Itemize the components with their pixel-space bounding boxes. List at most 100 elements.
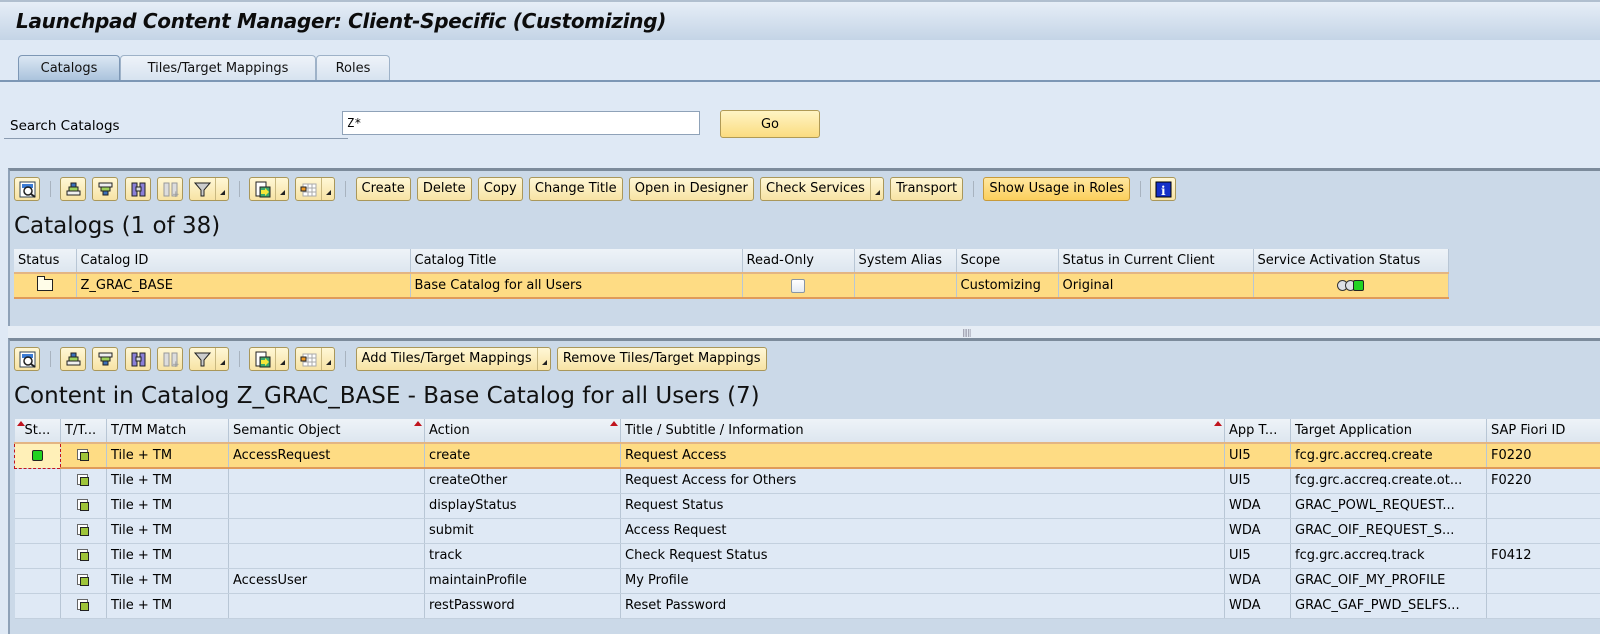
find-button[interactable] — [124, 347, 151, 371]
action-cell[interactable]: displayStatus — [424, 493, 621, 519]
column-header-target-application[interactable]: Target Application — [1290, 419, 1487, 444]
semantic-object-cell[interactable] — [228, 593, 425, 619]
export-button[interactable] — [249, 177, 290, 201]
column-header-sap-fiori-id[interactable]: SAP Fiori ID — [1486, 419, 1600, 444]
column-header-action[interactable]: Action — [424, 419, 621, 444]
status-green-icon — [32, 450, 43, 462]
create-button[interactable]: Create — [355, 177, 411, 201]
content-row[interactable]: Tile + TM restPassword Reset Password WD… — [14, 593, 1600, 619]
transport-button[interactable]: Transport — [890, 177, 964, 201]
column-header-scope[interactable]: Scope — [956, 249, 1059, 274]
sort-descending-button[interactable] — [92, 177, 119, 201]
semantic-object-cell[interactable]: AccessRequest — [228, 443, 425, 469]
column-header-status[interactable]: Status — [14, 249, 77, 274]
column-header-service-activation-status[interactable]: Service Activation Status — [1253, 249, 1449, 274]
read-only-checkbox[interactable] — [791, 278, 805, 293]
column-header-tm-match[interactable]: T/TM Match — [106, 419, 229, 444]
column-header-semantic-object[interactable]: Semantic Object — [228, 419, 425, 444]
content-row[interactable]: Tile + TM AccessUser maintainProfile My … — [14, 568, 1600, 594]
semantic-object-cell[interactable] — [228, 518, 425, 544]
tab-divider — [0, 80, 1600, 82]
column-header-catalog-title[interactable]: Catalog Title — [410, 249, 743, 274]
title-cell[interactable]: Request Access — [620, 443, 1225, 469]
target-application-cell[interactable]: fcg.grc.accreq.create — [1290, 443, 1487, 469]
action-cell[interactable]: maintainProfile — [424, 568, 621, 594]
title-cell[interactable]: Check Request Status — [620, 543, 1225, 569]
sort-ascending-button[interactable] — [60, 347, 87, 371]
semantic-object-cell[interactable] — [228, 543, 425, 569]
content-row[interactable]: Tile + TM AccessRequest create Request A… — [14, 442, 1600, 469]
export-dropdown-arrow[interactable] — [275, 178, 288, 200]
column-header-catalog-id[interactable]: Catalog ID — [76, 249, 411, 274]
layout-button[interactable] — [295, 177, 336, 201]
action-cell[interactable]: submit — [424, 518, 621, 544]
column-header-system-alias[interactable]: System Alias — [854, 249, 957, 274]
action-cell[interactable]: createOther — [424, 468, 621, 494]
title-cell[interactable]: Request Status — [620, 493, 1225, 519]
action-cell[interactable]: create — [424, 443, 621, 469]
column-header-read-only[interactable]: Read-Only — [742, 249, 855, 274]
title-cell[interactable]: Request Access for Others — [620, 468, 1225, 494]
splitter-grip-icon[interactable]: ||||| — [962, 328, 972, 337]
search-catalogs-input[interactable] — [342, 111, 700, 135]
sort-ascending-button[interactable] — [60, 177, 87, 201]
add-tiles-dropdown-arrow[interactable] — [536, 348, 550, 370]
tab-roles[interactable]: Roles — [316, 55, 390, 81]
filter-button[interactable] — [188, 177, 229, 201]
target-application-cell[interactable]: GRAC_POWL_REQUEST... — [1290, 493, 1487, 519]
target-application-cell[interactable]: fcg.grc.accreq.track — [1290, 543, 1487, 569]
check-services-dropdown-arrow[interactable] — [869, 178, 883, 200]
content-row[interactable]: Tile + TM createOther Request Access for… — [14, 468, 1600, 494]
layout-button[interactable] — [295, 347, 336, 371]
sort-descending-button[interactable] — [92, 347, 119, 371]
export-dropdown-arrow[interactable] — [275, 348, 288, 370]
target-application-cell[interactable]: fcg.grc.accreq.create.ot... — [1290, 468, 1487, 494]
semantic-object-cell[interactable] — [228, 468, 425, 494]
content-row[interactable]: Tile + TM track Check Request Status UI5… — [14, 543, 1600, 569]
column-header-status[interactable]: St... — [14, 419, 61, 444]
title-cell[interactable]: My Profile — [620, 568, 1225, 594]
find-button[interactable] — [124, 177, 151, 201]
semantic-object-cell[interactable] — [228, 493, 425, 519]
column-header-tile-type[interactable]: T/T... — [60, 419, 107, 444]
semantic-object-cell[interactable]: AccessUser — [228, 568, 425, 594]
action-cell[interactable]: track — [424, 543, 621, 569]
show-usage-in-roles-button[interactable]: Show Usage in Roles — [983, 177, 1131, 201]
filter-dropdown-arrow[interactable] — [214, 178, 228, 200]
action-cell[interactable]: restPassword — [424, 593, 621, 619]
tab-tiles-target-mappings[interactable]: Tiles/Target Mappings — [120, 55, 316, 81]
layout-dropdown-arrow[interactable] — [321, 178, 334, 200]
filter-button[interactable] — [188, 347, 229, 371]
column-header-title[interactable]: Title / Subtitle / Information — [620, 419, 1225, 444]
add-tiles-target-mappings-button[interactable]: Add Tiles/Target Mappings — [355, 347, 551, 371]
go-button[interactable]: Go — [720, 110, 820, 138]
filter-dropdown-arrow[interactable] — [214, 348, 228, 370]
details-button[interactable] — [14, 347, 40, 371]
details-button[interactable] — [14, 177, 40, 201]
tab-catalogs[interactable]: Catalogs — [18, 55, 120, 81]
catalog-id-cell[interactable]: Z_GRAC_BASE — [76, 273, 411, 299]
info-button[interactable]: i — [1150, 177, 1177, 201]
column-header-status-in-current-client[interactable]: Status in Current Client — [1058, 249, 1254, 274]
copy-button[interactable]: Copy — [477, 177, 523, 201]
title-cell[interactable]: Reset Password — [620, 593, 1225, 619]
catalog-row[interactable]: Z_GRAC_BASE Base Catalog for all Users C… — [14, 273, 1449, 299]
change-title-button[interactable]: Change Title — [528, 177, 623, 201]
find-next-button[interactable]: + — [156, 347, 183, 371]
target-application-cell[interactable]: GRAC_GAF_PWD_SELFS... — [1290, 593, 1487, 619]
panel-splitter[interactable]: ||||| — [8, 326, 1600, 338]
find-next-button[interactable]: + — [156, 177, 183, 201]
delete-button[interactable]: Delete — [416, 177, 472, 201]
export-button[interactable] — [249, 347, 290, 371]
catalog-title-cell[interactable]: Base Catalog for all Users — [410, 273, 743, 299]
target-application-cell[interactable]: GRAC_OIF_REQUEST_S... — [1290, 518, 1487, 544]
layout-dropdown-arrow[interactable] — [321, 348, 334, 370]
column-header-app-type[interactable]: App T... — [1224, 419, 1291, 444]
open-in-designer-button[interactable]: Open in Designer — [628, 177, 754, 201]
content-row[interactable]: Tile + TM displayStatus Request Status W… — [14, 493, 1600, 519]
target-application-cell[interactable]: GRAC_OIF_MY_PROFILE — [1290, 568, 1487, 594]
check-services-button[interactable]: Check Services — [760, 177, 884, 201]
title-cell[interactable]: Access Request — [620, 518, 1225, 544]
remove-tiles-target-mappings-button[interactable]: Remove Tiles/Target Mappings — [556, 347, 767, 371]
content-row[interactable]: Tile + TM submit Access Request WDA GRAC… — [14, 518, 1600, 544]
